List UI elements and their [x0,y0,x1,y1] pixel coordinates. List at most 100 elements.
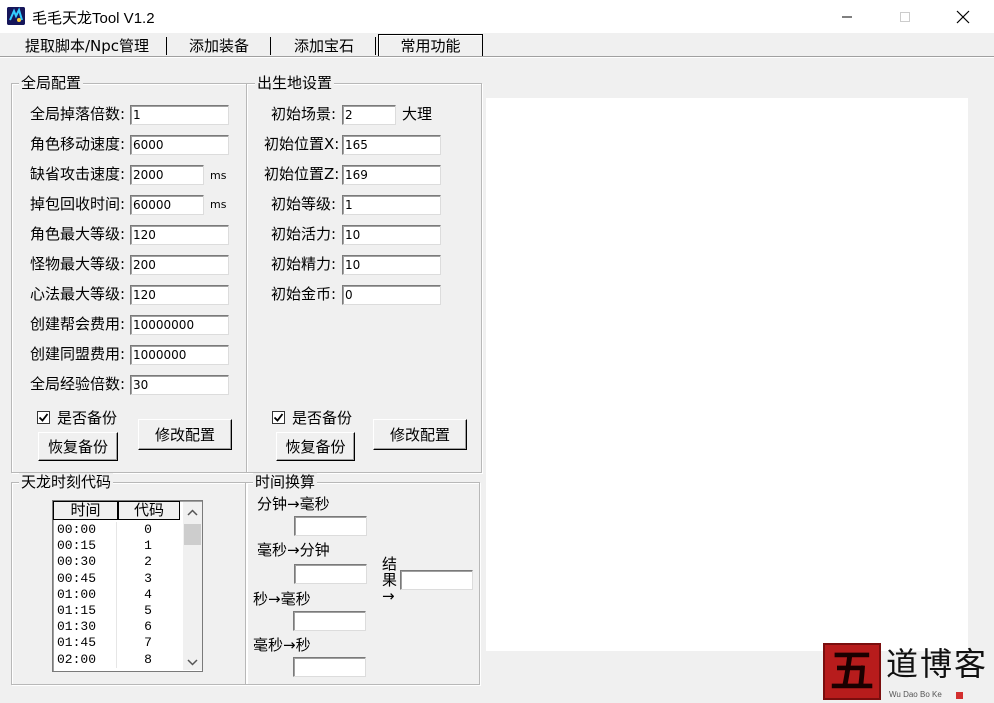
tab-common-functions[interactable]: 常用功能 [378,34,483,57]
scrollbar-thumb[interactable] [184,524,201,545]
scroll-down-icon [187,659,198,666]
field-label: 角色最大等级: [30,225,126,243]
field-label: 怪物最大等级: [30,255,126,273]
ms-to-sec-input[interactable] [293,657,366,677]
list-rows: 00:00 0 00:15 1 00:30 2 00:45 3 01:00 4 01:15… [53,522,181,668]
birth-settings-legend: 出生地设置 [255,74,335,92]
unit-label: ms [210,198,227,211]
attack-speed-input[interactable]: 2000 [130,165,204,185]
sec-to-ms-label: 秒→毫秒 [253,590,311,608]
alliance-cost-input[interactable]: 1000000 [130,345,229,365]
backup-checkbox[interactable] [272,411,285,424]
checkmark-icon [38,413,49,422]
time-cell: 01:15 [53,602,117,620]
list-item[interactable]: 01:30 6 [53,619,181,636]
ms-to-min-input[interactable] [294,564,367,584]
result-output[interactable] [400,570,473,590]
tab-add-gem[interactable]: 添加宝石 [288,35,360,57]
ms-to-min-label: 毫秒→分钟 [257,541,330,559]
ms-to-sec-label: 毫秒→秒 [253,636,311,654]
init-scene-input[interactable]: 2 [342,105,396,125]
time-cell: 01:30 [53,619,117,636]
time-cell: 01:45 [53,635,117,652]
code-cell: 3 [144,570,152,586]
code-cell: 5 [144,602,152,618]
exp-rate-input[interactable]: 30 [130,375,229,395]
init-pos-z-input[interactable]: 169 [342,165,441,185]
time-cell: 00:45 [53,570,117,587]
skill-max-level-input[interactable]: 120 [130,285,229,305]
move-speed-input[interactable]: 6000 [130,135,229,155]
field-label: 初始位置X: [264,135,340,153]
min-to-ms-input[interactable] [294,516,367,536]
field-label: 初始金币: [271,285,337,303]
timecode-list[interactable]: 时间 代码 00:00 0 00:15 1 00:30 2 00:45 3 01:00 4… [52,500,203,672]
time-cell: 01:00 [53,586,117,603]
field-label: 缺省攻击速度: [30,165,126,183]
list-scrollbar[interactable] [183,502,202,670]
field-label: 初始精力: [271,255,337,273]
list-item[interactable]: 00:15 1 [53,538,181,555]
window-title: 毛毛天龙Tool V1.2 [32,10,155,27]
restore-backup-button[interactable]: 恢复备份 [276,432,355,461]
restore-backup-button[interactable]: 恢复备份 [38,432,118,461]
recycle-time-input[interactable]: 60000 [130,195,204,215]
output-panel [486,98,968,651]
code-cell: 6 [144,619,152,635]
tab-script-npc[interactable]: 提取脚本/Npc管理 [19,35,155,57]
field-label: 初始位置Z: [264,165,340,183]
monster-max-level-input[interactable]: 200 [130,255,229,275]
result-label: 结果→ [382,555,398,605]
watermark-logo: 五 [823,643,881,700]
list-item[interactable]: 00:30 2 [53,554,181,571]
init-level-input[interactable]: 1 [342,195,441,215]
global-config-legend: 全局配置 [19,74,84,92]
tab-baseline-highlight [0,57,994,58]
time-cell: 00:30 [53,554,117,571]
code-cell: 0 [144,522,152,537]
backup-label: 是否备份 [57,409,118,427]
drop-rate-input[interactable]: 1 [130,105,229,125]
code-cell: 1 [144,538,152,554]
code-cell: 7 [144,635,152,651]
init-vigor-input[interactable]: 10 [342,225,441,245]
tab-add-equipment[interactable]: 添加装备 [183,35,255,57]
role-max-level-input[interactable]: 120 [130,225,229,245]
time-cell: 02:00 [53,651,117,668]
list-item[interactable]: 00:00 0 [53,522,181,539]
init-gold-input[interactable]: 0 [342,285,441,305]
time-cell: 00:00 [53,522,117,539]
close-icon [956,10,970,23]
tab-divider [270,37,271,55]
scene-name-label: 大理 [402,105,433,123]
list-item[interactable]: 01:45 7 [53,635,181,652]
minimize-button[interactable] [824,0,870,33]
backup-checkbox[interactable] [37,411,50,424]
scroll-up-icon [187,509,198,516]
tab-divider [166,37,167,55]
sec-to-ms-input[interactable] [293,611,366,631]
list-item[interactable]: 01:15 5 [53,602,181,620]
list-item[interactable]: 02:00 8 [53,651,181,668]
code-cell: 4 [144,586,152,602]
watermark-subtext: Wu Dao Bo Ke [889,690,942,699]
list-item[interactable]: 01:00 4 [53,586,181,603]
column-header-time[interactable]: 时间 [53,501,118,520]
close-button[interactable] [940,0,986,33]
time-convert-legend: 时间换算 [253,473,318,491]
guild-cost-input[interactable]: 10000000 [130,315,229,335]
list-item[interactable]: 00:45 3 [53,570,181,587]
watermark-text: 道博客 [886,645,989,683]
watermark-glyph: 五 [830,646,874,697]
column-header-code[interactable]: 代码 [118,501,180,520]
modify-config-button[interactable]: 修改配置 [138,419,232,450]
maximize-button[interactable] [882,0,928,33]
modify-config-button[interactable]: 修改配置 [373,419,467,450]
field-label: 创建帮会费用: [30,315,126,333]
backup-label: 是否备份 [292,409,353,427]
code-cell: 2 [144,554,152,570]
field-label: 初始场景: [271,105,337,123]
init-pos-x-input[interactable]: 165 [342,135,441,155]
field-label: 全局经验倍数: [30,375,126,393]
init-energy-input[interactable]: 10 [342,255,441,275]
